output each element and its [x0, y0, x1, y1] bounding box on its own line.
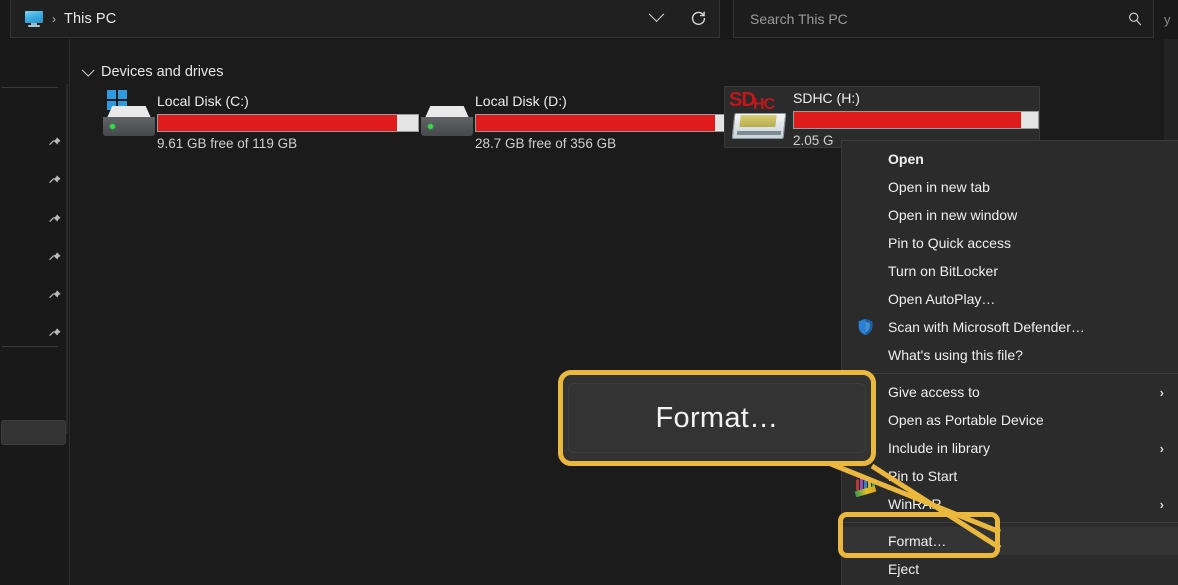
callout-label: Format…: [655, 401, 779, 434]
menu-item-label: WinRAR: [888, 496, 942, 512]
menu-item-winrar[interactable]: WinRAR ›: [842, 476, 1178, 518]
hard-drive-glyph: [421, 106, 473, 138]
this-pc-icon: [25, 10, 43, 27]
breadcrumb-separator-icon: ›: [52, 11, 56, 26]
menu-item-turn-on-bitlocker[interactable]: Turn on BitLocker: [842, 257, 1178, 285]
file-explorer-window: › This PC у: [0, 0, 1178, 585]
chevron-down-icon[interactable]: [81, 63, 95, 77]
navigation-pane: [0, 39, 70, 585]
sdhc-card-reader-icon: SD HC: [725, 87, 793, 145]
menu-item-label: Pin to Start: [888, 468, 958, 484]
menu-item-open[interactable]: Open: [842, 145, 1178, 173]
sidebar-item-pinned-3[interactable]: [0, 207, 68, 233]
menu-item-what-s-using-this-file[interactable]: What's using this file?: [842, 341, 1178, 369]
pin-icon: [49, 252, 61, 260]
sdhc-glyph: SD HC: [729, 89, 791, 143]
sidebar-item-pinned-5[interactable]: [0, 283, 68, 309]
drive-name: Local Disk (C:): [157, 93, 249, 109]
chevron-right-icon: ›: [1159, 440, 1164, 456]
address-bar[interactable]: › This PC: [10, 0, 720, 38]
pin-icon: [49, 175, 61, 183]
chevron-right-icon: ›: [1159, 384, 1164, 400]
drive-tile-d[interactable]: Local Disk (D:) 28.7 GB free of 356 GB: [407, 90, 737, 152]
edge-glyph: у: [1164, 12, 1171, 27]
hard-drive-icon: [407, 90, 475, 148]
menu-item-eject[interactable]: Eject: [842, 555, 1178, 583]
group-label: Devices and drives: [101, 64, 224, 80]
capacity-bar-fill: [476, 115, 716, 131]
menu-item-pin-to-start[interactable]: Pin to Start: [842, 462, 1178, 490]
drive-free-space: 9.61 GB free of 119 GB: [157, 136, 298, 151]
capacity-bar: [157, 114, 419, 132]
sidebar-item-pinned-1[interactable]: [0, 130, 68, 156]
menu-item-scan-with-microsoft-defender[interactable]: Scan with Microsoft Defender…: [842, 313, 1178, 341]
drive-name: Local Disk (D:): [475, 93, 567, 109]
menu-item-label: Include in library: [888, 440, 990, 456]
menu-item-label: Pin to Quick access: [888, 235, 1011, 251]
drive-tile-h[interactable]: SD HC SDHC (H:) 2.05 G: [724, 86, 1040, 148]
menu-item-label: Open: [888, 151, 924, 167]
address-dropdown-button[interactable]: [635, 0, 677, 37]
drive-name: SDHC (H:): [793, 90, 860, 106]
menu-separator: [842, 373, 1178, 374]
menu-item-label: Give access to: [888, 384, 980, 400]
sidebar-item-pinned-6[interactable]: [0, 321, 68, 347]
menu-item-label: Open in new window: [888, 207, 1018, 223]
hard-drive-glyph: [103, 106, 155, 138]
menu-item-open-in-new-window[interactable]: Open in new window: [842, 201, 1178, 229]
menu-item-label: Turn on BitLocker: [888, 263, 998, 279]
menu-item-label: Format…: [888, 533, 947, 549]
menu-item-label: What's using this file?: [888, 347, 1023, 363]
refresh-icon: [691, 11, 705, 25]
menu-item-label: Scan with Microsoft Defender…: [888, 319, 1085, 335]
menu-item-label: Eject: [888, 561, 920, 577]
nav-pane-edge: [66, 84, 68, 434]
menu-item-label: Open AutoPlay…: [888, 291, 996, 307]
menu-item-include-in-library[interactable]: Include in library ›: [842, 434, 1178, 462]
capacity-bar-fill: [158, 115, 398, 131]
menu-separator: [842, 522, 1178, 523]
chevron-right-icon: ›: [1159, 496, 1164, 512]
search-box[interactable]: [733, 0, 1154, 38]
format-callout: Format…: [558, 370, 876, 466]
shield-icon: [858, 318, 873, 336]
chevron-down-icon: [648, 6, 664, 23]
hard-drive-windows-icon: [89, 90, 157, 148]
menu-item-open-in-new-tab[interactable]: Open in new tab: [842, 173, 1178, 201]
sidebar-item-pinned-2[interactable]: [0, 168, 68, 194]
context-menu[interactable]: Open Open in new tab Open in new window Pin…: [841, 140, 1178, 585]
menu-item-give-access-to[interactable]: Give access to ›: [842, 378, 1178, 406]
drive-tile-c[interactable]: Local Disk (C:) 9.61 GB free of 119 GB: [89, 90, 419, 152]
breadcrumb[interactable]: › This PC: [11, 0, 635, 37]
sidebar-item-pinned-4[interactable]: [0, 245, 68, 271]
shield-icon: [856, 318, 875, 337]
pin-icon: [49, 214, 61, 222]
sidebar-item-selected[interactable]: [1, 420, 66, 445]
menu-item-label: Open in new tab: [888, 179, 990, 195]
nav-divider-top: [2, 87, 58, 88]
refresh-button[interactable]: [677, 0, 719, 37]
breadcrumb-label: This PC: [64, 10, 117, 27]
winrar-icon: [854, 476, 877, 514]
devices-and-drives-group-header[interactable]: Devices and drives: [81, 63, 224, 80]
menu-item-pin-to-quick-access[interactable]: Pin to Quick access: [842, 229, 1178, 257]
menu-item-open-as-portable-device[interactable]: Open as Portable Device: [842, 406, 1178, 434]
menu-item-label: Open as Portable Device: [888, 412, 1044, 428]
pin-icon: [49, 328, 61, 336]
pin-icon: [49, 137, 61, 145]
capacity-bar-fill: [794, 112, 1021, 128]
search-icon[interactable]: [1127, 11, 1143, 27]
drive-free-space: 28.7 GB free of 356 GB: [475, 136, 617, 151]
pin-icon: [49, 290, 61, 298]
menu-item-format[interactable]: Format…: [842, 527, 1178, 555]
menu-item-open-autoplay[interactable]: Open AutoPlay…: [842, 285, 1178, 313]
capacity-bar: [793, 111, 1039, 129]
capacity-bar: [475, 114, 737, 132]
search-input[interactable]: [748, 9, 1127, 28]
